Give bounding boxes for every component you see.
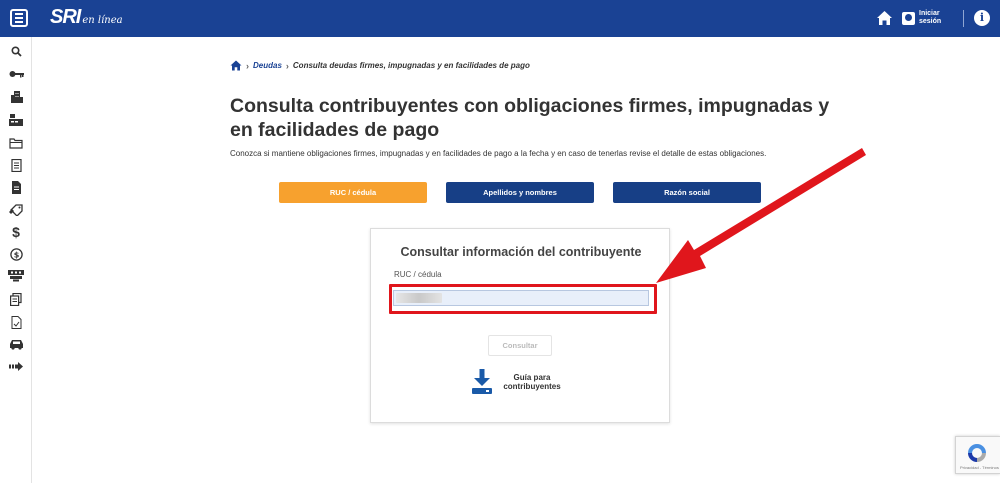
ruc-field-label: RUC / cédula xyxy=(394,270,442,279)
logo-main-text: SRI xyxy=(50,6,81,28)
hamburger-menu-icon[interactable] xyxy=(10,9,28,27)
coin-icon[interactable]: $ xyxy=(8,247,24,261)
breadcrumb-separator-icon: › xyxy=(285,60,289,71)
redacted-value-mask xyxy=(396,293,442,303)
cash-register-icon[interactable] xyxy=(8,113,24,127)
logo-sub-text: en línea xyxy=(82,15,123,26)
info-icon[interactable]: i xyxy=(974,10,990,26)
handshake-icon[interactable] xyxy=(8,269,24,283)
page-description: Conozca si mantiene obligaciones firmes,… xyxy=(230,149,767,158)
top-navbar: SRI en línea Iniciar sesión i xyxy=(0,0,1000,37)
card-title: Consultar información del contribuyente xyxy=(400,245,642,259)
sidebar: $ $ xyxy=(0,37,32,483)
home-icon[interactable] xyxy=(876,10,893,26)
car-icon[interactable] xyxy=(8,337,24,351)
login-button[interactable]: Iniciar sesión xyxy=(902,10,943,26)
recaptcha-badge[interactable]: Privacidad - Términos xyxy=(955,436,1000,474)
document-list-icon[interactable] xyxy=(8,158,24,172)
tag-icon[interactable] xyxy=(8,203,24,217)
download-icon xyxy=(472,369,492,394)
building-icon[interactable] xyxy=(8,90,24,104)
recaptcha-footer[interactable]: Privacidad - Términos xyxy=(960,465,999,470)
svg-text:$: $ xyxy=(13,250,19,259)
consult-card: Consultar información del contribuyente … xyxy=(370,228,670,423)
breadcrumb-home-icon[interactable] xyxy=(230,60,242,71)
arrow-right-icon[interactable] xyxy=(8,359,24,373)
tab-apellidos-nombres[interactable]: Apellidos y nombres xyxy=(446,182,594,203)
breadcrumb: › Deudas › Consulta deudas firmes, impug… xyxy=(230,60,530,71)
guide-link[interactable]: Guía para contribuyentes xyxy=(471,369,563,395)
breadcrumb-separator-icon: › xyxy=(246,60,249,71)
consult-button[interactable]: Consultar xyxy=(488,335,552,356)
tab-razon-social[interactable]: Razón social xyxy=(613,182,761,203)
folder-icon[interactable] xyxy=(8,136,24,150)
recaptcha-icon xyxy=(968,444,986,462)
search-icon[interactable] xyxy=(8,44,24,58)
login-label: Iniciar sesión xyxy=(919,10,942,25)
tab-ruc-cedula[interactable]: RUC / cédula xyxy=(279,182,427,203)
key-icon[interactable] xyxy=(8,67,24,81)
breadcrumb-current: Consulta deudas firmes, impugnadas y en … xyxy=(292,61,530,70)
sri-logo[interactable]: SRI en línea xyxy=(50,6,123,29)
breadcrumb-link-deudas[interactable]: Deudas xyxy=(253,61,282,70)
document-icon[interactable] xyxy=(8,180,24,194)
user-icon xyxy=(902,11,915,25)
guide-label: Guía para contribuyentes xyxy=(503,373,561,391)
form-icon[interactable] xyxy=(8,315,24,329)
copy-documents-icon[interactable] xyxy=(8,292,24,306)
page-title: Consulta contribuyentes con obligaciones… xyxy=(230,95,830,141)
dollar-icon[interactable]: $ xyxy=(8,225,24,239)
page: SRI en línea Iniciar sesión i $ $ › Deud… xyxy=(0,0,1000,483)
topbar-divider xyxy=(963,10,964,27)
